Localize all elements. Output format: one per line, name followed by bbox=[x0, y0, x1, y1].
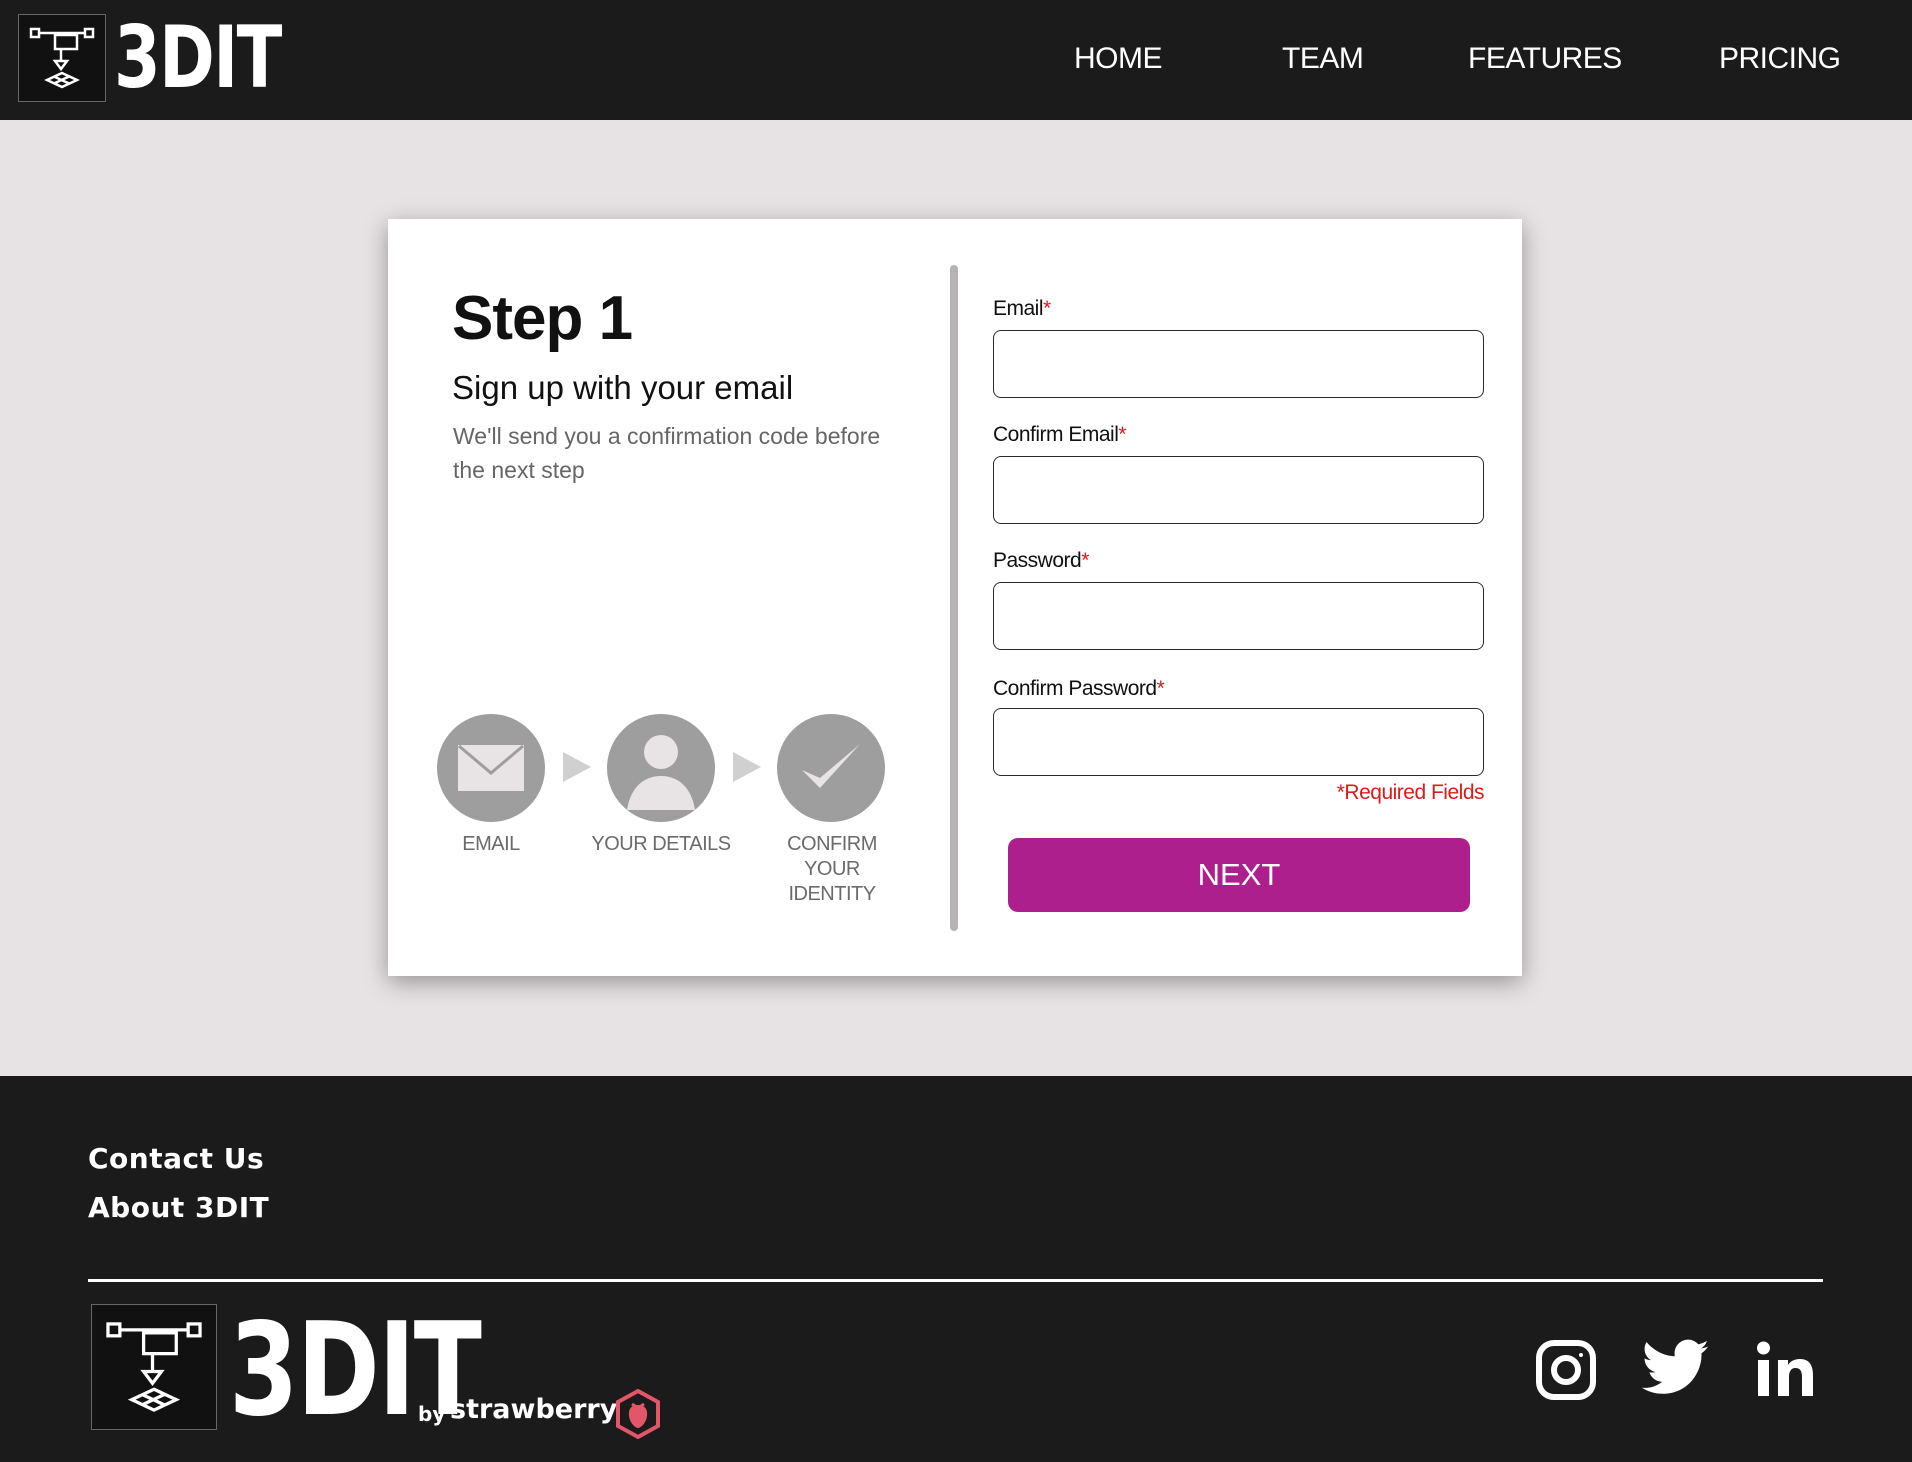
confirm-password-label: Confirm Password* bbox=[993, 677, 1165, 700]
confirm-email-label: Confirm Email* bbox=[993, 423, 1127, 446]
footer-divider bbox=[88, 1279, 1823, 1282]
password-field[interactable] bbox=[993, 582, 1484, 650]
step-arrow-icon bbox=[563, 752, 591, 782]
progress-label-email: EMAIL bbox=[462, 833, 520, 855]
checkmark-icon bbox=[777, 714, 885, 822]
envelope-icon bbox=[437, 714, 545, 822]
strawberry-icon bbox=[615, 1388, 661, 1444]
email-field[interactable] bbox=[993, 330, 1484, 398]
user-icon bbox=[607, 714, 715, 822]
step-description: We'll send you a confirmation code befor… bbox=[453, 423, 881, 483]
linkedin-icon[interactable] bbox=[1754, 1338, 1818, 1402]
logo-wordmark: 3DIT bbox=[114, 8, 282, 108]
next-button[interactable]: NEXT bbox=[1008, 838, 1470, 912]
progress-label-confirm: CONFIRM YOUR IDENTITY bbox=[787, 833, 877, 905]
brand-by-text: by bbox=[418, 1402, 446, 1426]
step-arrow-icon bbox=[733, 752, 761, 782]
nav-home[interactable]: HOME bbox=[1074, 42, 1163, 76]
nav-team[interactable]: TEAM bbox=[1282, 42, 1364, 76]
printer-icon bbox=[91, 1304, 217, 1430]
nav-pricing[interactable]: PRICING bbox=[1719, 42, 1841, 76]
header-logo[interactable]: 3DIT bbox=[18, 14, 328, 102]
required-fields-note: *Required Fields bbox=[1336, 781, 1485, 804]
progress-label-details: YOUR DETAILS bbox=[591, 833, 731, 855]
step-subtitle: Sign up with your email bbox=[452, 369, 794, 406]
brand-name: strawberry bbox=[450, 1394, 618, 1425]
signup-card: Step 1 Sign up with your email We'll sen… bbox=[388, 219, 1522, 976]
footer-link-about[interactable]: About 3DIT bbox=[88, 1191, 269, 1224]
printer-icon bbox=[18, 14, 106, 102]
step-title: Step 1 bbox=[452, 284, 633, 353]
confirm-password-field[interactable] bbox=[993, 708, 1484, 776]
password-label: Password* bbox=[993, 549, 1089, 572]
instagram-icon[interactable] bbox=[1534, 1338, 1598, 1402]
signup-progress: EMAIL YOUR DETAILS CONFIRM YOUR IDENTITY bbox=[437, 714, 957, 914]
site-footer: Contact Us About 3DIT 3DIT by strawberry bbox=[0, 1076, 1912, 1462]
card-divider bbox=[950, 265, 958, 931]
confirm-email-field[interactable] bbox=[993, 456, 1484, 524]
footer-link-contact[interactable]: Contact Us bbox=[88, 1142, 264, 1175]
email-label: Email* bbox=[993, 297, 1051, 320]
site-header: 3DIT HOME TEAM FEATURES PRICING bbox=[0, 0, 1912, 120]
nav-features[interactable]: FEATURES bbox=[1468, 42, 1622, 76]
twitter-icon[interactable] bbox=[1641, 1338, 1710, 1402]
